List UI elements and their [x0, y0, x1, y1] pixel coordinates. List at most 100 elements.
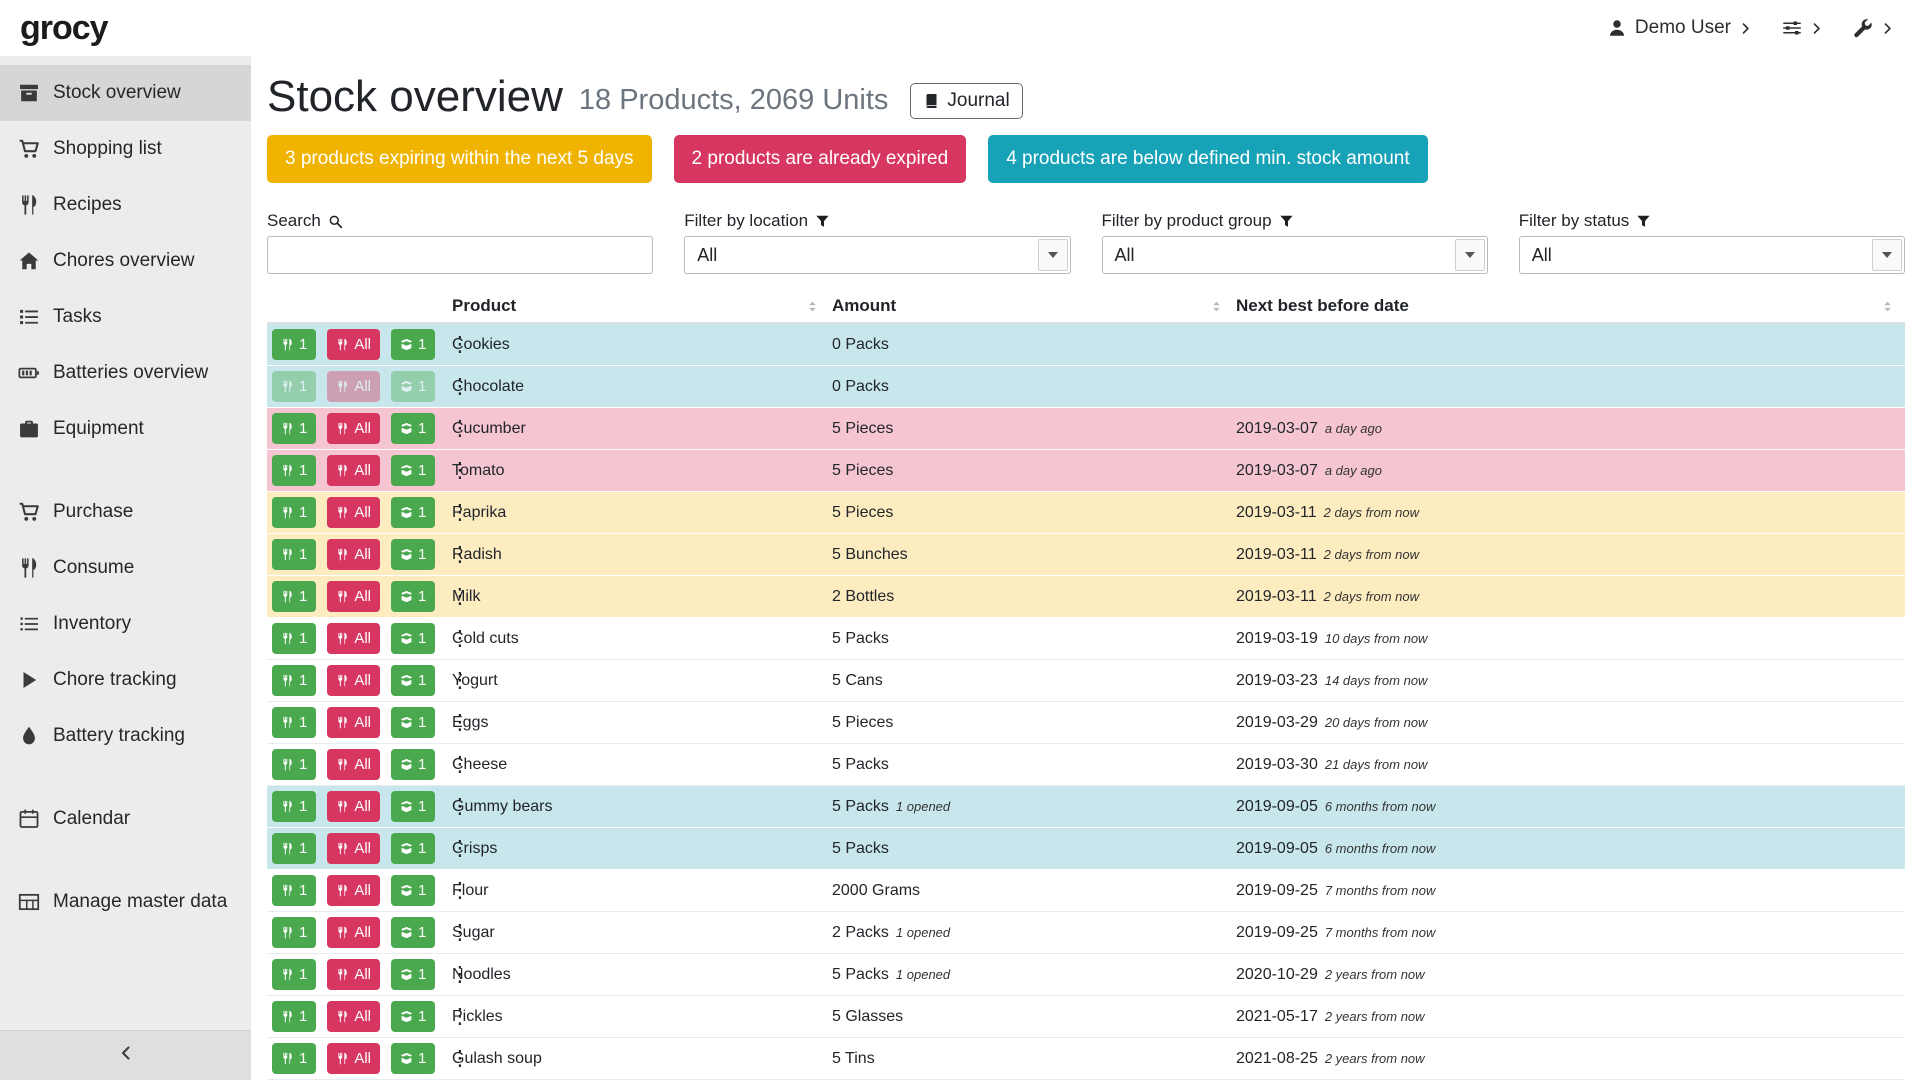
consume-one-button[interactable]: 1 [272, 455, 316, 486]
open-one-button[interactable]: 1 [391, 581, 435, 612]
utensils-icon [336, 464, 349, 477]
open-one-button[interactable]: 1 [391, 623, 435, 654]
consume-all-button[interactable]: All [327, 833, 380, 864]
button-label: 1 [418, 630, 426, 647]
user-menu[interactable]: Demo User [1607, 17, 1752, 39]
open-one-button[interactable]: 1 [391, 539, 435, 570]
consume-all-button[interactable]: All [327, 329, 380, 360]
consume-all-button[interactable]: All [327, 581, 380, 612]
consume-all-button[interactable]: All [327, 1001, 380, 1032]
open-one-button[interactable]: 1 [391, 413, 435, 444]
consume-one-button[interactable]: 1 [272, 539, 316, 570]
open-one-button[interactable]: 1 [391, 455, 435, 486]
location-filter-select[interactable]: All [684, 236, 1070, 274]
consume-all-button[interactable]: All [327, 497, 380, 528]
settings-menu[interactable] [1782, 18, 1823, 38]
consume-one-button[interactable]: 1 [272, 875, 316, 906]
consume-one-button[interactable]: 1 [272, 1043, 316, 1074]
open-one-button[interactable]: 1 [391, 875, 435, 906]
open-one-button[interactable]: 1 [391, 371, 435, 402]
consume-one-button[interactable]: 1 [272, 329, 316, 360]
consume-one-button[interactable]: 1 [272, 917, 316, 948]
open-one-button[interactable]: 1 [391, 917, 435, 948]
box-open-icon [400, 716, 413, 729]
product-group-filter-select[interactable]: All [1102, 236, 1488, 274]
sidebar-item-batteries-overview[interactable]: Batteries overview [0, 345, 251, 401]
consume-all-button[interactable]: All [327, 875, 380, 906]
button-label: All [354, 630, 371, 647]
consume-all-button[interactable]: All [327, 371, 380, 402]
consume-all-button[interactable]: All [327, 665, 380, 696]
consume-all-button[interactable]: All [327, 749, 380, 780]
consume-one-button[interactable]: 1 [272, 413, 316, 444]
box-open-icon [400, 632, 413, 645]
consume-one-button[interactable]: 1 [272, 707, 316, 738]
below-min-stock-banner[interactable]: 4 products are below defined min. stock … [988, 135, 1427, 183]
sidebar-item-recipes[interactable]: Recipes [0, 177, 251, 233]
expiring-banner[interactable]: 3 products expiring within the next 5 da… [267, 135, 652, 183]
product-column-header[interactable]: Product [450, 290, 830, 322]
open-one-button[interactable]: 1 [391, 1043, 435, 1074]
sidebar-item-label: Batteries overview [53, 362, 208, 384]
chevron-right-icon [1810, 22, 1823, 35]
consume-one-button[interactable]: 1 [272, 581, 316, 612]
button-label: 1 [418, 462, 426, 479]
best-before-date: 2019-09-05 [1236, 840, 1318, 857]
sidebar-item-chores-overview[interactable]: Chores overview [0, 233, 251, 289]
utensils-icon [336, 632, 349, 645]
status-filter-select[interactable]: All [1519, 236, 1905, 274]
sidebar-item-calendar[interactable]: Calendar [0, 791, 251, 847]
open-one-button[interactable]: 1 [391, 959, 435, 990]
consume-all-button[interactable]: All [327, 413, 380, 444]
consume-all-button[interactable]: All [327, 1043, 380, 1074]
consume-all-button[interactable]: All [327, 917, 380, 948]
open-one-button[interactable]: 1 [391, 665, 435, 696]
consume-all-button[interactable]: All [327, 455, 380, 486]
consume-one-button[interactable]: 1 [272, 791, 316, 822]
sidebar-item-equipment[interactable]: Equipment [0, 401, 251, 457]
open-one-button[interactable]: 1 [391, 791, 435, 822]
sidebar-collapse-button[interactable] [0, 1030, 251, 1080]
sidebar-item-inventory[interactable]: Inventory [0, 596, 251, 652]
open-one-button[interactable]: 1 [391, 497, 435, 528]
consume-one-button[interactable]: 1 [272, 665, 316, 696]
sidebar-item-purchase[interactable]: Purchase [0, 484, 251, 540]
book-icon [923, 93, 939, 109]
open-one-button[interactable]: 1 [391, 749, 435, 780]
sidebar-item-chore-tracking[interactable]: Chore tracking [0, 652, 251, 708]
amount-value: 5 Glasses [832, 1008, 903, 1025]
amount-column-header[interactable]: Amount [830, 290, 1234, 322]
sidebar-item-battery-tracking[interactable]: Battery tracking [0, 708, 251, 764]
sidebar-item-stock-overview[interactable]: Stock overview [0, 65, 251, 121]
table-row: 1 All 1 ⋮ Cookies 0 Packs [267, 324, 1905, 366]
consume-all-button[interactable]: All [327, 791, 380, 822]
best-before-column-header[interactable]: Next best before date [1234, 290, 1905, 322]
app-logo[interactable]: grocy [20, 9, 108, 48]
consume-one-button[interactable]: 1 [272, 497, 316, 528]
sidebar-item-shopping-list[interactable]: Shopping list [0, 121, 251, 177]
sidebar-item-manage-master-data[interactable]: Manage master data [0, 874, 251, 930]
consume-all-button[interactable]: All [327, 539, 380, 570]
consume-all-button[interactable]: All [327, 707, 380, 738]
expired-banner[interactable]: 2 products are already expired [674, 135, 967, 183]
sidebar-item-tasks[interactable]: Tasks [0, 289, 251, 345]
search-input[interactable] [267, 236, 653, 274]
open-one-button[interactable]: 1 [391, 329, 435, 360]
open-one-button[interactable]: 1 [391, 707, 435, 738]
consume-one-button[interactable]: 1 [272, 1001, 316, 1032]
consume-one-button[interactable]: 1 [272, 749, 316, 780]
open-one-button[interactable]: 1 [391, 1001, 435, 1032]
journal-button[interactable]: Journal [910, 83, 1022, 119]
open-one-button[interactable]: 1 [391, 833, 435, 864]
consume-one-button[interactable]: 1 [272, 833, 316, 864]
admin-menu[interactable] [1853, 18, 1894, 38]
button-label: All [354, 924, 371, 941]
consume-one-button[interactable]: 1 [272, 623, 316, 654]
sidebar-item-consume[interactable]: Consume [0, 540, 251, 596]
utensils-icon [336, 1052, 349, 1065]
best-before-date: 2019-09-25 [1236, 924, 1318, 941]
consume-all-button[interactable]: All [327, 959, 380, 990]
consume-one-button[interactable]: 1 [272, 959, 316, 990]
consume-all-button[interactable]: All [327, 623, 380, 654]
consume-one-button[interactable]: 1 [272, 371, 316, 402]
